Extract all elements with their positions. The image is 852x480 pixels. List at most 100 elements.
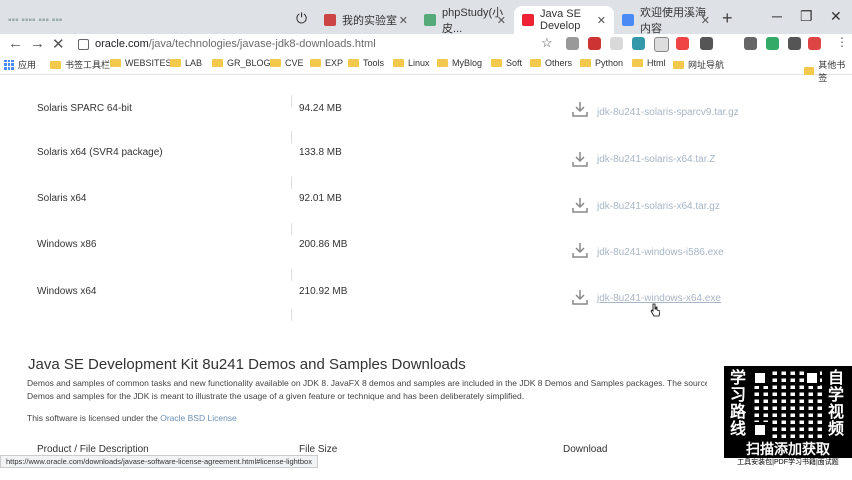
tab-faded-title: ▪▪▪ ▪▪▪▪ ▪▪▪ ▪▪▪ (8, 14, 63, 26)
extension-icon[interactable] (676, 37, 689, 50)
folder-icon (212, 59, 223, 67)
extension-icon[interactable] (610, 37, 623, 50)
menu-icon[interactable]: ⋮ (836, 35, 848, 49)
bookmark-folder[interactable]: 网址导航 (673, 58, 724, 71)
close-icon[interactable]: ✕ (597, 14, 606, 27)
column-header-download: Download (563, 444, 608, 455)
download-icon[interactable] (571, 150, 589, 168)
tab-strip: ▪▪▪ ▪▪▪▪ ▪▪▪ ▪▪▪ ⏻ 我的实验室 ✕ phpStudy(小皮..… (0, 0, 852, 35)
address-bar[interactable]: oracle.com/java/technologies/javase-jdk8… (78, 35, 528, 53)
back-icon[interactable]: ← (8, 35, 23, 52)
close-icon[interactable]: ✕ (701, 14, 710, 27)
bookmark-folder[interactable]: Linux (393, 58, 430, 68)
extension-icon[interactable] (654, 37, 669, 52)
close-window-icon[interactable]: ✕ (830, 8, 842, 25)
demos-description-2: Demos and samples for the JDK is meant t… (27, 391, 525, 401)
demos-description: Demos and samples of common tasks and ne… (27, 378, 707, 388)
bookmark-folder[interactable]: WEBSITES (110, 58, 172, 68)
bookmark-label: LAB (185, 58, 203, 68)
folder-icon (50, 60, 61, 69)
bookmark-star-icon[interactable]: ☆ (541, 35, 553, 51)
bookmarks-bar: 应用 书签工具栏 WEBSITES LAB GR_BLOG CVE EXP To… (0, 56, 852, 83)
bookmark-folder[interactable]: 书签工具栏 (50, 58, 110, 71)
download-link[interactable]: jdk-8u241-solaris-sparcv9.tar.gz (597, 107, 739, 118)
bookmark-other[interactable]: 其他书签 (804, 58, 852, 84)
promo-left-char: 学 (729, 370, 746, 387)
file-size: 200.86 MB (299, 239, 348, 250)
qr-corner (752, 422, 768, 438)
bookmark-folder[interactable]: Others (530, 58, 572, 68)
bookmark-folder[interactable]: CVE (270, 58, 304, 68)
extension-icon[interactable] (788, 37, 801, 50)
license-prefix: This software is licensed under the (27, 413, 161, 423)
bookmark-label: Tools (363, 58, 385, 68)
bookmark-label: EXP (325, 58, 344, 68)
bookmark-label: Python (595, 58, 624, 68)
table-row: Windows x86 200.86 MB jdk-8u241-windows-… (0, 233, 760, 281)
bookmark-label: GR_BLOG (227, 58, 271, 68)
bookmark-folder[interactable]: Html (632, 58, 666, 68)
bookmark-folder[interactable]: Python (580, 58, 623, 68)
new-tab-plus-icon[interactable]: + (722, 8, 733, 29)
bookmark-folder[interactable]: MyBlog (437, 58, 482, 68)
extension-icon[interactable] (588, 37, 601, 50)
qr-corner (804, 370, 820, 386)
tab-title: 我的实验室 (342, 15, 397, 27)
extension-icon[interactable] (744, 37, 757, 50)
extension-icon[interactable] (632, 37, 645, 50)
folder-icon (348, 59, 359, 67)
stop-icon[interactable]: ✕ (52, 35, 65, 53)
bookmark-label: 书签工具栏 (65, 60, 111, 70)
oracle-favicon-icon (522, 14, 534, 26)
folder-icon (530, 59, 541, 67)
extension-icon[interactable] (766, 37, 779, 50)
bookmark-label: 网址导航 (688, 60, 725, 70)
minimize-icon[interactable]: ─ (772, 8, 782, 24)
bookmark-folder[interactable]: Tools (348, 58, 384, 68)
bookmark-folder[interactable]: GR_BLOG (212, 58, 271, 68)
tab-phpstudy[interactable]: phpStudy(小皮... ✕ (416, 6, 514, 35)
bookmark-folder[interactable]: Soft (491, 58, 522, 68)
download-link[interactable]: jdk-8u241-solaris-x64.tar.Z (597, 154, 715, 165)
bookmark-apps[interactable]: 应用 (4, 58, 36, 71)
tab-java-se[interactable]: Java SE Develop ✕ (514, 6, 614, 34)
folder-icon (437, 59, 448, 67)
download-icon[interactable] (571, 288, 589, 306)
table-row: Solaris SPARC 64-bit 94.24 MB jdk-8u241-… (0, 95, 760, 143)
promo-right-char: 自 (827, 370, 844, 387)
table-row: Solaris x64 (SVR4 package) 133.8 MB jdk-… (0, 141, 760, 189)
restore-icon[interactable]: ❐ (800, 8, 813, 25)
download-link[interactable]: jdk-8u241-solaris-x64.tar.gz (597, 201, 720, 212)
folder-icon (673, 60, 684, 69)
download-icon[interactable] (571, 100, 589, 118)
license-note: This software is licensed under the Orac… (27, 413, 707, 423)
tab-welcome[interactable]: 欢迎使用溪海内容 ✕ (614, 6, 718, 35)
extension-icon[interactable] (700, 37, 713, 50)
lock-icon (78, 38, 89, 50)
promo-overlay[interactable]: 学 习 路 线 自 学 视 频 扫描添加获取 工具安装包|PDF学习书籍|面试题 (724, 366, 852, 468)
divider (291, 309, 292, 321)
extension-icon[interactable] (566, 37, 579, 50)
favicon-icon (622, 14, 634, 26)
download-link[interactable]: jdk-8u241-windows-i586.exe (597, 247, 724, 258)
extension-icon[interactable] (808, 37, 821, 50)
table-row: Solaris x64 92.01 MB jdk-8u241-solaris-x… (0, 187, 760, 235)
bookmark-folder[interactable]: EXP (310, 58, 343, 68)
bookmark-folder[interactable]: LAB (170, 58, 202, 68)
status-bar-url: https://www.oracle.com/downloads/javase-… (0, 455, 318, 468)
tab-lab[interactable]: 我的实验室 ✕ (316, 6, 416, 34)
close-icon[interactable]: ✕ (497, 14, 506, 27)
download-icon[interactable] (571, 196, 589, 214)
download-icon[interactable] (571, 241, 589, 259)
folder-icon (110, 59, 121, 67)
column-header-size: File Size (299, 444, 338, 455)
power-icon: ⏻ (296, 10, 308, 26)
bookmark-label: 其他书签 (818, 60, 846, 83)
product-name: Solaris SPARC 64-bit (37, 103, 132, 114)
close-icon[interactable]: ✕ (399, 14, 408, 27)
forward-icon[interactable]: → (30, 35, 45, 52)
section-heading: Java SE Development Kit 8u241 Demos and … (28, 356, 466, 373)
tab-faded[interactable]: ▪▪▪ ▪▪▪▪ ▪▪▪ ▪▪▪ (0, 6, 120, 34)
license-link[interactable]: Oracle BSD License (160, 413, 237, 423)
qr-corner (752, 370, 768, 386)
